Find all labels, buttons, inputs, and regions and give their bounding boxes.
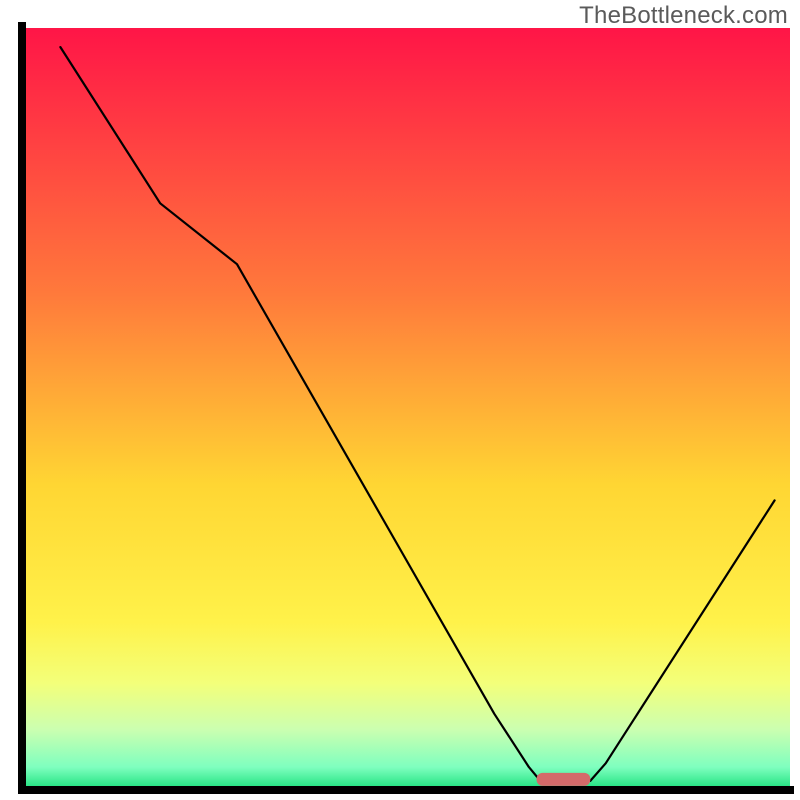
watermark-text: TheBottleneck.com xyxy=(579,2,788,30)
bottleneck-chart: TheBottleneck.com xyxy=(0,0,800,800)
chart-svg xyxy=(0,0,800,800)
plot-background xyxy=(22,28,790,790)
optimal-marker xyxy=(537,773,591,786)
